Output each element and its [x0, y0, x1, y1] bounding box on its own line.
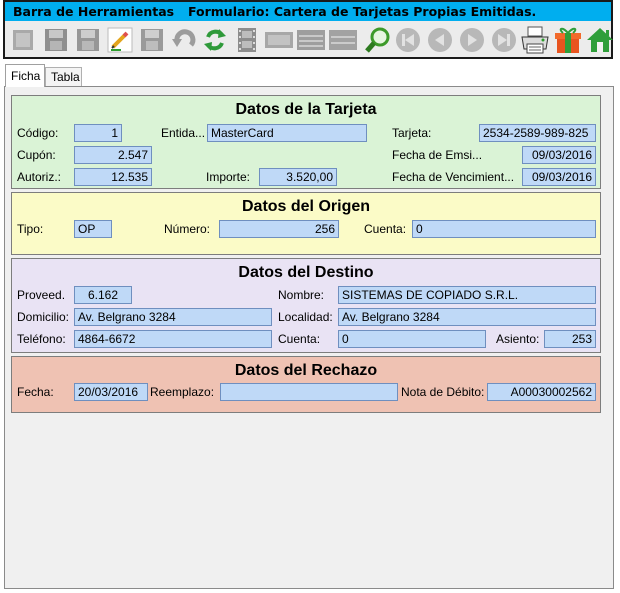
- fecha-venc-label: Fecha de Vencimient...: [392, 170, 515, 184]
- telefono-field[interactable]: 4864-6672: [74, 330, 272, 348]
- save-disabled-icon: [140, 28, 163, 51]
- nota-debito-field[interactable]: A00030002562: [487, 383, 596, 401]
- entidad-label: Entida...: [161, 126, 206, 140]
- new-button[interactable]: [7, 24, 38, 55]
- autoriz-field[interactable]: 12.535: [74, 168, 152, 186]
- form-title: Formulario: Cartera de Tarjetas Propias …: [188, 4, 537, 19]
- card-data-panel: Datos de la Tarjeta Código: 1 Entida... …: [11, 95, 601, 189]
- gift-button[interactable]: [552, 24, 583, 55]
- next-record-icon: [459, 27, 484, 52]
- save-all-button[interactable]: [72, 24, 103, 55]
- destination-data-panel: Datos del Destino Proveed. 6.162 Nombre:…: [11, 258, 601, 353]
- new-icon: [12, 29, 33, 50]
- undo-icon: [171, 28, 195, 47]
- asiento-field[interactable]: 253: [544, 330, 596, 348]
- domicilio-label: Domicilio:: [17, 310, 70, 324]
- localidad-field[interactable]: Av. Belgrano 3284: [338, 308, 596, 326]
- first-record-button[interactable]: [392, 24, 423, 55]
- cupon-label: Cupón:: [17, 148, 56, 162]
- refresh-icon: [203, 28, 226, 51]
- proveed-label: Proveed.: [17, 288, 66, 302]
- toolbar-titlebar: Barra de Herramientas Formulario: Carter…: [5, 2, 611, 21]
- list-button[interactable]: [295, 24, 326, 55]
- edit-button[interactable]: [104, 24, 135, 55]
- autoriz-label: Autoriz.:: [17, 170, 62, 184]
- card-icon: [264, 31, 293, 48]
- tipo-field[interactable]: OP: [74, 220, 112, 238]
- codigo-field[interactable]: 1: [74, 124, 122, 142]
- destino-cuenta-field[interactable]: 0: [338, 330, 486, 348]
- nombre-field[interactable]: SISTEMAS DE COPIADO S.R.L.: [338, 286, 596, 304]
- numero-label: Número:: [164, 222, 211, 236]
- proveed-field[interactable]: 6.162: [74, 286, 132, 304]
- reemplazo-label: Reemplazo:: [150, 385, 215, 399]
- save-record-button[interactable]: [136, 24, 167, 55]
- tab-ficha[interactable]: Ficha: [5, 64, 45, 87]
- card-button[interactable]: [263, 24, 294, 55]
- edit-pencil-icon: [107, 27, 132, 52]
- rejection-data-title: Datos del Rechazo: [234, 362, 378, 379]
- save-all-icon: [76, 28, 99, 51]
- domicilio-field[interactable]: Av. Belgrano 3284: [74, 308, 272, 326]
- toolbar-title: Barra de Herramientas: [13, 4, 175, 19]
- cupon-field[interactable]: 2.547: [74, 146, 152, 164]
- nombre-label: Nombre:: [278, 288, 325, 302]
- reemplazo-field[interactable]: [220, 383, 398, 401]
- first-record-icon: [395, 27, 420, 52]
- nota-debito-label: Nota de Débito:: [401, 385, 485, 399]
- origen-cuenta-label: Cuenta:: [364, 222, 407, 236]
- origin-data-title: Datos del Origen: [241, 198, 371, 215]
- film-icon: [237, 27, 256, 52]
- refresh-button[interactable]: [199, 24, 230, 55]
- rejection-data-panel: Datos del Rechazo Fecha: 20/03/2016 Reem…: [11, 356, 601, 413]
- rechazo-fecha-field[interactable]: 20/03/2016: [74, 383, 148, 401]
- importe-field[interactable]: 3.520,00: [259, 168, 337, 186]
- search-button[interactable]: [362, 24, 393, 55]
- toolbar-window: Barra de Herramientas Formulario: Carter…: [3, 0, 613, 59]
- search-icon: [364, 27, 389, 53]
- undo-button[interactable]: [168, 24, 199, 55]
- card-data-title: Datos de la Tarjeta: [235, 101, 377, 118]
- save-icon: [44, 28, 67, 51]
- codigo-label: Código:: [17, 126, 59, 140]
- origin-data-panel: Datos del Origen Tipo: OP Número: 256 Cu…: [11, 192, 601, 255]
- tipo-label: Tipo:: [17, 222, 44, 236]
- gift-icon: [554, 27, 581, 53]
- list-icon: [296, 29, 325, 50]
- grid-button[interactable]: [327, 24, 358, 55]
- telefono-label: Teléfono:: [17, 332, 66, 346]
- rechazo-fecha-label: Fecha:: [17, 385, 54, 399]
- film-button[interactable]: [231, 24, 262, 55]
- next-record-button[interactable]: [456, 24, 487, 55]
- home-icon: [586, 27, 613, 52]
- entidad-field[interactable]: MasterCard: [207, 124, 367, 142]
- tab-tabla[interactable]: Tabla: [45, 67, 82, 86]
- fecha-emision-field[interactable]: 09/03/2016: [522, 146, 596, 164]
- origen-cuenta-field[interactable]: 0: [412, 220, 596, 238]
- print-icon: [520, 26, 549, 53]
- numero-field[interactable]: 256: [219, 220, 339, 238]
- form-content: Datos de la Tarjeta Código: 1 Entida... …: [4, 86, 614, 589]
- print-button[interactable]: [519, 24, 550, 55]
- fecha-venc-field[interactable]: 09/03/2016: [522, 168, 596, 186]
- fecha-emision-label: Fecha de Emsi...: [392, 148, 483, 162]
- asiento-label: Asiento:: [496, 332, 540, 346]
- toolbar-icons: [5, 22, 613, 57]
- last-record-icon: [491, 27, 516, 52]
- save-button[interactable]: [40, 24, 71, 55]
- tab-strip: Ficha Tabla: [0, 64, 620, 87]
- previous-record-icon: [427, 27, 452, 52]
- localidad-label: Localidad:: [278, 310, 333, 324]
- importe-label: Importe:: [206, 170, 251, 184]
- destination-data-title: Datos del Destino: [238, 264, 374, 281]
- grid-icon: [328, 29, 357, 50]
- tarjeta-field[interactable]: 2534-2589-989-825: [479, 124, 596, 142]
- destino-cuenta-label: Cuenta:: [278, 332, 321, 346]
- last-record-button[interactable]: [488, 24, 519, 55]
- tarjeta-label: Tarjeta:: [392, 126, 432, 140]
- home-button[interactable]: [584, 24, 615, 55]
- previous-record-button[interactable]: [424, 24, 455, 55]
